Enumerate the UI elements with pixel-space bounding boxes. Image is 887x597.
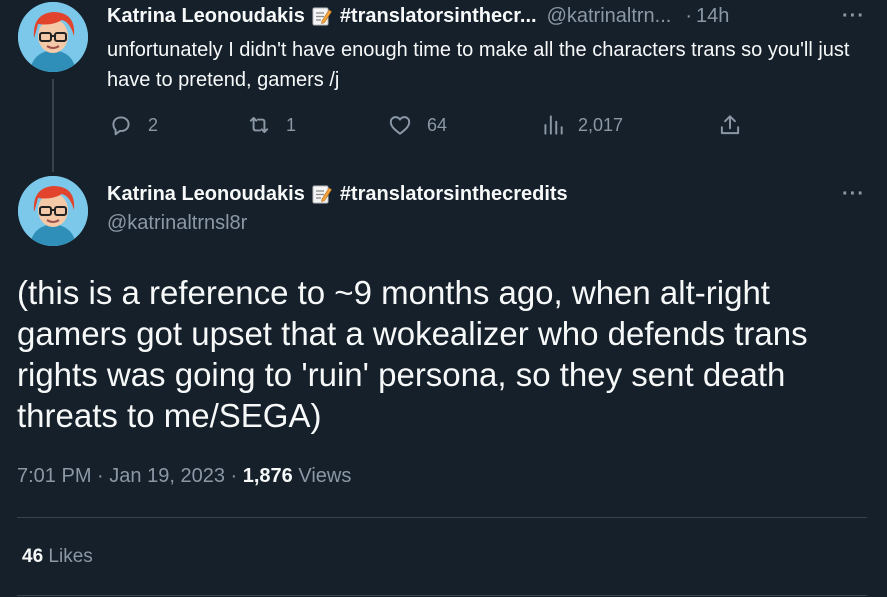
- divider: [17, 595, 867, 596]
- reply-tweet-text: unfortunately I didn't have enough time …: [107, 39, 850, 91]
- share-icon: [720, 115, 740, 135]
- views-label: Views: [298, 465, 352, 487]
- author-handle[interactable]: @katrinaltrn...: [547, 4, 672, 28]
- author-hashtag[interactable]: #translatorsinthecredits: [340, 182, 568, 206]
- timestamp[interactable]: 14h: [696, 4, 729, 28]
- views-count: 2,017: [578, 114, 624, 135]
- reply-icon: [112, 116, 130, 136]
- views-icon: [544, 115, 563, 135]
- tweet-time[interactable]: 7:01 PM: [17, 465, 91, 487]
- divider: [17, 517, 867, 518]
- avatar[interactable]: [18, 176, 88, 246]
- like-count: 64: [427, 114, 448, 135]
- tweet-date[interactable]: Jan 19, 2023: [109, 465, 225, 487]
- retweet-icon: [249, 116, 269, 134]
- main-tweet-text: (this is a reference to ~9 months ago, w…: [17, 274, 808, 434]
- thread-connector-line: [52, 79, 54, 172]
- memo-emoji-icon: [312, 6, 332, 26]
- author-name[interactable]: Katrina Leonoudakis: [107, 182, 305, 206]
- avatar[interactable]: [18, 2, 88, 72]
- views-total: 1,876: [242, 465, 293, 487]
- avatar-illustration: [18, 2, 88, 72]
- separator-dot: ·: [230, 465, 238, 487]
- avatar-illustration: [18, 176, 88, 246]
- more-icon[interactable]: ···: [842, 6, 865, 26]
- retweet-button[interactable]: 1: [246, 112, 296, 138]
- reply-button[interactable]: 2: [108, 112, 158, 138]
- author-name[interactable]: Katrina Leonoudakis: [107, 4, 305, 28]
- main-tweet-header: Katrina Leonoudakis #translatorsinthecre…: [107, 182, 568, 206]
- memo-emoji-icon: [312, 184, 332, 204]
- likes-summary[interactable]: 46 Likes: [22, 546, 93, 568]
- author-handle[interactable]: @katrinaltrnsl8r: [107, 212, 247, 235]
- separator-dot: ·: [97, 465, 104, 487]
- reply-tweet-header: Katrina Leonoudakis #translatorsinthecr.…: [107, 4, 729, 28]
- likes-label: Likes: [48, 546, 93, 567]
- views-button[interactable]: 2,017: [540, 112, 623, 138]
- likes-total: 46: [22, 546, 44, 567]
- retweet-count: 1: [286, 114, 297, 135]
- share-button[interactable]: [717, 112, 743, 138]
- tweet-meta: 7:01 PM · Jan 19, 2023 · 1,876 Views: [17, 465, 351, 488]
- like-icon: [389, 116, 411, 135]
- more-icon[interactable]: ···: [842, 184, 865, 204]
- reply-count: 2: [148, 114, 159, 135]
- separator-dot: ·: [685, 5, 693, 27]
- like-button[interactable]: 64: [387, 112, 447, 138]
- author-hashtag[interactable]: #translatorsinthecr...: [340, 4, 537, 28]
